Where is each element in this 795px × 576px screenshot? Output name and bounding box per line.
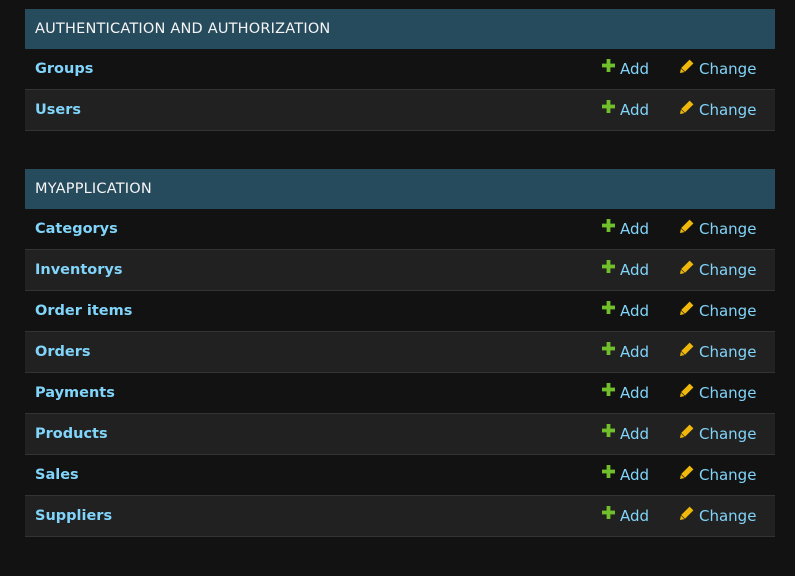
pencil-icon	[680, 342, 694, 356]
plus-icon	[602, 219, 615, 232]
plus-icon	[602, 59, 615, 72]
add-label: Add	[620, 466, 650, 484]
add-label: Add	[620, 60, 650, 78]
add-sales-link[interactable]: Add	[602, 455, 649, 496]
change-label: Change	[699, 60, 757, 78]
add-categorys-link[interactable]: Add	[602, 209, 649, 250]
add-inventorys-link[interactable]: Add	[602, 250, 649, 291]
change-label: Change	[699, 343, 757, 361]
add-suppliers-link[interactable]: Add	[602, 496, 649, 537]
model-row-categorys: Categorys Add Change	[25, 209, 775, 250]
model-link-groups[interactable]: Groups	[35, 49, 93, 90]
add-label: Add	[620, 425, 650, 443]
add-products-link[interactable]: Add	[602, 414, 649, 455]
pencil-icon	[680, 465, 694, 479]
plus-icon	[602, 506, 615, 519]
change-categorys-link[interactable]: Change	[680, 209, 756, 250]
module-caption: AUTHENTICATION AND AUTHORIZATION	[25, 9, 775, 49]
plus-icon	[602, 342, 615, 355]
pencil-icon	[680, 260, 694, 274]
model-row-inventorys: Inventorys Add Change	[25, 250, 775, 291]
plus-icon	[602, 465, 615, 478]
add-label: Add	[620, 101, 650, 119]
change-groups-link[interactable]: Change	[680, 49, 756, 90]
pencil-icon	[680, 59, 694, 73]
add-label: Add	[620, 302, 650, 320]
model-row-payments: Payments Add Change	[25, 373, 775, 414]
model-link-categorys[interactable]: Categorys	[35, 209, 118, 250]
change-payments-link[interactable]: Change	[680, 373, 756, 414]
change-inventorys-link[interactable]: Change	[680, 250, 756, 291]
add-label: Add	[620, 507, 650, 525]
plus-icon	[602, 260, 615, 273]
model-link-suppliers[interactable]: Suppliers	[35, 496, 112, 537]
model-link-products[interactable]: Products	[35, 414, 108, 455]
change-label: Change	[699, 261, 757, 279]
change-users-link[interactable]: Change	[680, 90, 756, 131]
model-link-users[interactable]: Users	[35, 90, 81, 131]
add-orders-link[interactable]: Add	[602, 332, 649, 373]
pencil-icon	[680, 301, 694, 315]
change-suppliers-link[interactable]: Change	[680, 496, 756, 537]
plus-icon	[602, 100, 615, 113]
plus-icon	[602, 424, 615, 437]
add-label: Add	[620, 343, 650, 361]
model-row-products: Products Add Change	[25, 414, 775, 455]
model-link-inventorys[interactable]: Inventorys	[35, 250, 122, 291]
pencil-icon	[680, 219, 694, 233]
model-row-suppliers: Suppliers Add Change	[25, 496, 775, 537]
change-orders-link[interactable]: Change	[680, 332, 756, 373]
plus-icon	[602, 301, 615, 314]
pencil-icon	[680, 383, 694, 397]
add-users-link[interactable]: Add	[602, 90, 649, 131]
add-payments-link[interactable]: Add	[602, 373, 649, 414]
pencil-icon	[680, 100, 694, 114]
add-label: Add	[620, 384, 650, 402]
add-groups-link[interactable]: Add	[602, 49, 649, 90]
change-label: Change	[699, 302, 757, 320]
change-label: Change	[699, 425, 757, 443]
model-row-orders: Orders Add Change	[25, 332, 775, 373]
change-sales-link[interactable]: Change	[680, 455, 756, 496]
change-label: Change	[699, 101, 757, 119]
model-row-groups: Groups Add Change	[25, 49, 775, 90]
model-row-sales: Sales Add Change	[25, 455, 775, 496]
change-products-link[interactable]: Change	[680, 414, 756, 455]
add-label: Add	[620, 261, 650, 279]
change-label: Change	[699, 220, 757, 238]
model-link-orders[interactable]: Orders	[35, 332, 90, 373]
module-authentication-and-authorization: AUTHENTICATION AND AUTHORIZATION Groups …	[25, 9, 775, 131]
add-order-items-link[interactable]: Add	[602, 291, 649, 332]
pencil-icon	[680, 424, 694, 438]
module-caption: MYAPPLICATION	[25, 169, 775, 209]
plus-icon	[602, 383, 615, 396]
change-label: Change	[699, 384, 757, 402]
change-order-items-link[interactable]: Change	[680, 291, 756, 332]
model-row-order-items: Order items Add Change	[25, 291, 775, 332]
module-myapplication: MYAPPLICATION Categorys Add Change Inven…	[25, 169, 775, 537]
model-row-users: Users Add Change	[25, 90, 775, 131]
pencil-icon	[680, 506, 694, 520]
model-link-order-items[interactable]: Order items	[35, 291, 132, 332]
model-link-payments[interactable]: Payments	[35, 373, 115, 414]
change-label: Change	[699, 507, 757, 525]
add-label: Add	[620, 220, 650, 238]
change-label: Change	[699, 466, 757, 484]
model-link-sales[interactable]: Sales	[35, 455, 79, 496]
